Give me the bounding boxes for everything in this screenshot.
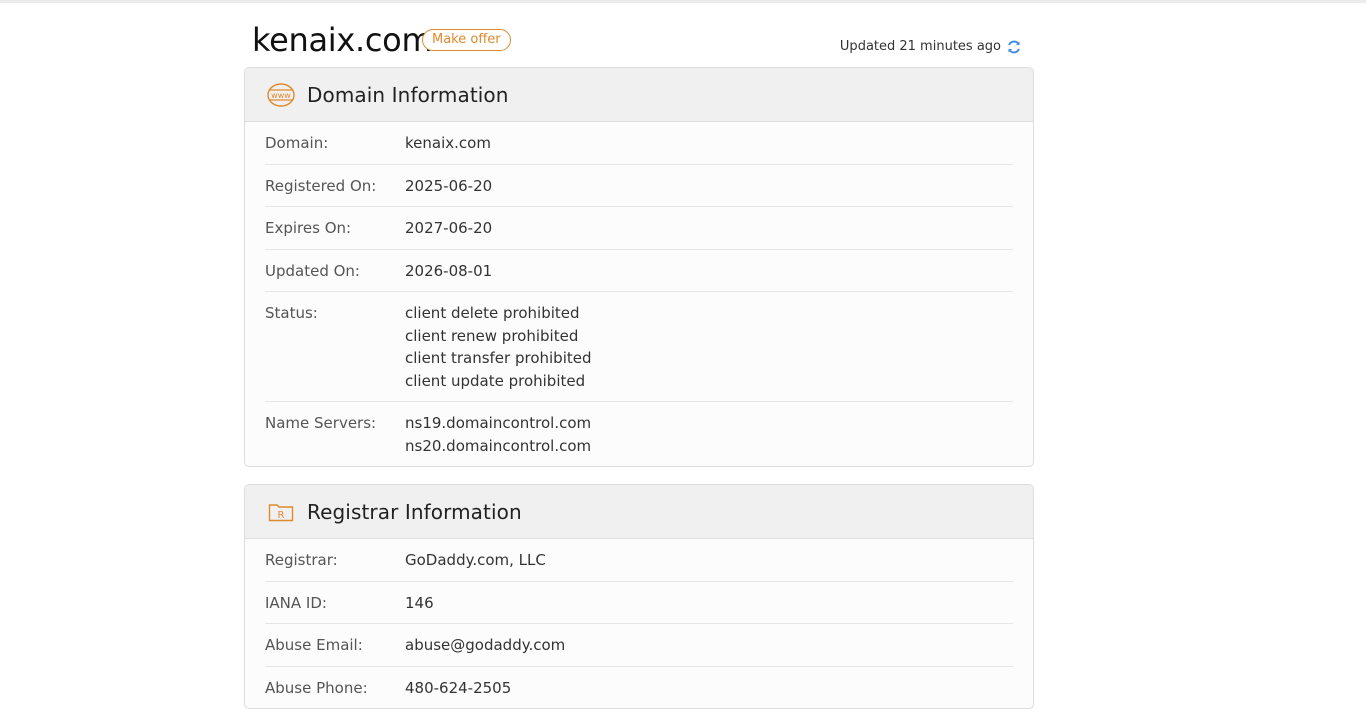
- refresh-icon[interactable]: [1006, 39, 1022, 55]
- row-value-line: 2027-06-20: [405, 219, 493, 237]
- row-label: Status:: [265, 304, 318, 322]
- info-row: Updated On: 2026-08-01: [265, 250, 1013, 292]
- row-value: abuse@godaddy.com: [405, 634, 565, 657]
- row-label: IANA ID:: [265, 593, 327, 612]
- info-row: Name Servers: ns19.domaincontrol.com ns20.…: [265, 402, 1013, 466]
- row-label: Registered On:: [265, 176, 377, 195]
- row-value-line: client transfer prohibited: [405, 349, 592, 367]
- title-row: kenaix.com Make offer Updated 21 minutes…: [244, 0, 1034, 67]
- page-title: kenaix.com: [252, 21, 433, 59]
- row-label: Name Servers:: [265, 414, 377, 432]
- registrar-information-title: Registrar Information: [307, 499, 522, 524]
- row-value-line: ns19.domaincontrol.com: [405, 414, 592, 432]
- info-row: Domain: kenaix.com: [265, 122, 1013, 165]
- row-value: 146: [405, 592, 434, 615]
- row-value-line: client update prohibited: [405, 371, 586, 390]
- row-value: 2025-06-20: [405, 175, 492, 198]
- www-globe-icon: www: [267, 81, 295, 109]
- row-value-line: ns20.domaincontrol.com: [405, 436, 592, 455]
- row-value-line: client delete prohibited: [405, 304, 580, 322]
- row-value: client delete prohibited client renew pro…: [405, 302, 592, 392]
- row-value: GoDaddy.com, LLC: [405, 549, 546, 572]
- row-value-line: abuse@godaddy.com: [405, 636, 566, 654]
- registrar-folder-icon: R: [267, 498, 295, 526]
- info-row: Registrar: GoDaddy.com, LLC: [265, 539, 1013, 582]
- row-value-line: 480-624-2505: [405, 678, 512, 697]
- row-label: Abuse Email:: [265, 636, 363, 654]
- domain-information-card: www Domain Information Domain: kenaix.com…: [244, 67, 1034, 467]
- row-value-line: GoDaddy.com, LLC: [405, 551, 546, 569]
- info-row: Registered On: 2025-06-20: [265, 165, 1013, 207]
- row-label: Registrar:: [265, 551, 338, 569]
- row-label: Expires On:: [265, 219, 352, 237]
- row-value-line: client renew prohibited: [405, 326, 579, 345]
- row-value: 480-624-2505: [405, 677, 511, 700]
- make-offer-button[interactable]: Make offer: [422, 29, 511, 51]
- row-value: kenaix.com: [405, 132, 491, 155]
- page-content: kenaix.com Make offer Updated 21 minutes…: [244, 0, 1034, 709]
- domain-information-rows: Domain: kenaix.com Registered On: 2025-06-2…: [245, 122, 1033, 466]
- registrar-information-header: R Registrar Information: [245, 485, 1033, 539]
- row-value: 2026-08-01: [405, 260, 492, 283]
- info-row: Expires On: 2027-06-20: [265, 207, 1013, 250]
- registrar-information-card: R Registrar Information Registrar: GoDadd…: [244, 484, 1034, 709]
- info-row: Status: client delete prohibited client re…: [265, 292, 1013, 402]
- registrar-information-rows: Registrar: GoDaddy.com, LLC IANA ID: 146 Abu…: [245, 539, 1033, 708]
- row-value: 2027-06-20: [405, 217, 492, 240]
- row-value-line: 2026-08-01: [405, 261, 493, 280]
- row-value: ns19.domaincontrol.com ns20.domaincontrol…: [405, 412, 591, 457]
- updated-text: Updated 21 minutes ago: [839, 39, 1001, 54]
- row-label: Updated On:: [265, 261, 360, 280]
- info-row: IANA ID: 146: [265, 582, 1013, 624]
- row-label: Domain:: [265, 134, 329, 152]
- row-value-line: 146: [405, 593, 434, 612]
- row-value-line: kenaix.com: [405, 134, 491, 152]
- svg-text:www: www: [271, 91, 291, 100]
- row-label: Abuse Phone:: [265, 678, 368, 697]
- domain-information-header: www Domain Information: [245, 68, 1033, 122]
- updated-status: Updated 21 minutes ago: [840, 38, 1022, 56]
- info-row: Abuse Phone: 480-624-2505: [265, 667, 1013, 709]
- info-row: Abuse Email: abuse@godaddy.com: [265, 624, 1013, 667]
- row-value-line: 2025-06-20: [405, 176, 493, 195]
- domain-information-title: Domain Information: [307, 82, 509, 107]
- svg-text:R: R: [278, 510, 285, 521]
